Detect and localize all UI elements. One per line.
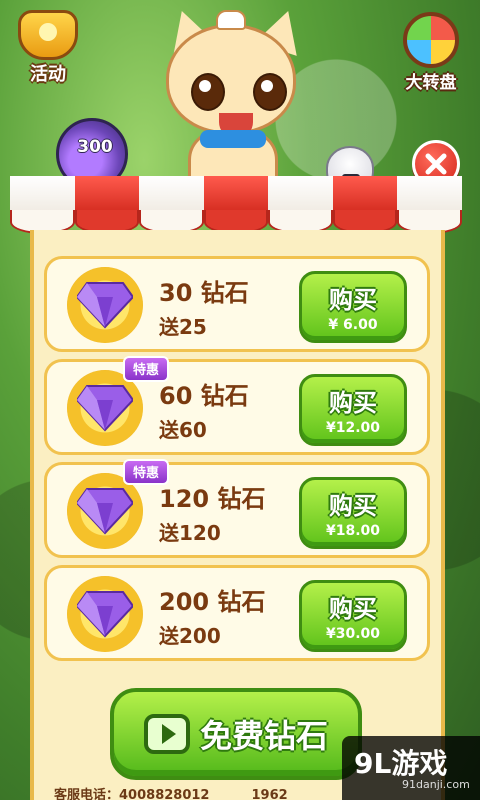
chef-hat-icon <box>216 10 246 30</box>
awning-stripe <box>139 176 204 214</box>
package-bonus: 送25 <box>159 315 207 339</box>
package-bonus: 送200 <box>159 624 221 648</box>
buy-price: ¥18.00 <box>325 523 381 539</box>
awning-stripe <box>203 176 269 214</box>
buy-price: ¥12.00 <box>325 420 381 436</box>
buy-button[interactable]: 购买 ¥18.00 <box>299 477 407 549</box>
cat-head <box>166 24 296 139</box>
video-ad-icon <box>144 714 190 754</box>
diamond-icon <box>67 576 143 652</box>
cat-eye-icon <box>253 73 287 111</box>
free-diamonds-button[interactable]: 免费钻石 <box>110 688 362 780</box>
service-phone: 4008828012 <box>119 788 210 800</box>
diamond-jar-count: 300 <box>77 137 113 157</box>
close-icon <box>425 153 447 175</box>
cat-eye-icon <box>191 73 225 111</box>
buy-label: 购买 <box>329 492 377 520</box>
package-quantity: 30 钻石 <box>159 279 249 307</box>
event-button[interactable]: 活动 <box>8 10 88 100</box>
package-item: 特惠 60 钻石 送60 购买 ¥12.00 <box>44 356 430 455</box>
event-chest-icon <box>18 10 78 60</box>
free-diamonds-label: 免费钻石 <box>200 717 329 755</box>
package-item: 200 钻石 送200 购买 ¥30.00 <box>44 565 430 661</box>
buy-button[interactable]: 购买 ¥12.00 <box>299 374 407 446</box>
package-bonus: 送60 <box>159 418 207 442</box>
package-quantity: 200 钻石 <box>159 588 266 616</box>
scarf-icon <box>200 130 266 148</box>
cat-mascot <box>158 4 310 180</box>
package-item: 30 钻石 送25 购买 ¥ 6.00 <box>44 256 430 352</box>
awning-stripe <box>268 176 333 214</box>
wheel-icon <box>403 12 459 68</box>
diamond-icon <box>67 267 143 343</box>
lucky-wheel-button[interactable]: 大转盘 <box>396 12 466 102</box>
buy-price: ¥30.00 <box>325 626 381 642</box>
service-phone-2: 1962 <box>251 788 288 800</box>
package-quantity: 120 钻石 <box>159 485 266 513</box>
site-watermark: 9L游戏 91danji.com <box>342 736 480 800</box>
buy-label: 购买 <box>329 286 377 314</box>
awning-stripe <box>397 176 463 214</box>
awning-stripe <box>10 176 75 214</box>
awning-stripe <box>74 176 140 214</box>
buy-price: ¥ 6.00 <box>328 317 378 333</box>
watermark-logo: 9L游戏 <box>354 747 448 780</box>
package-bonus: 送120 <box>159 521 221 545</box>
buy-label: 购买 <box>329 595 377 623</box>
footer-contact: 客服电话：4008828012 1962 <box>54 784 288 800</box>
wheel-label: 大转盘 <box>405 73 457 93</box>
buy-button[interactable]: 购买 ¥30.00 <box>299 580 407 652</box>
awning-stripe <box>332 176 398 214</box>
event-label: 活动 <box>30 64 66 85</box>
buy-button[interactable]: 购买 ¥ 6.00 <box>299 271 407 343</box>
buy-label: 购买 <box>329 389 377 417</box>
package-list: 30 钻石 送25 购买 ¥ 6.00 特惠 60 钻石 送60 购买 ¥12.… <box>44 256 430 668</box>
service-label: 客服电话： <box>54 788 120 800</box>
package-item: 特惠 120 钻石 送120 购买 ¥18.00 <box>44 459 430 558</box>
package-quantity: 60 钻石 <box>159 382 249 410</box>
watermark-url: 91danji.com <box>402 778 470 791</box>
